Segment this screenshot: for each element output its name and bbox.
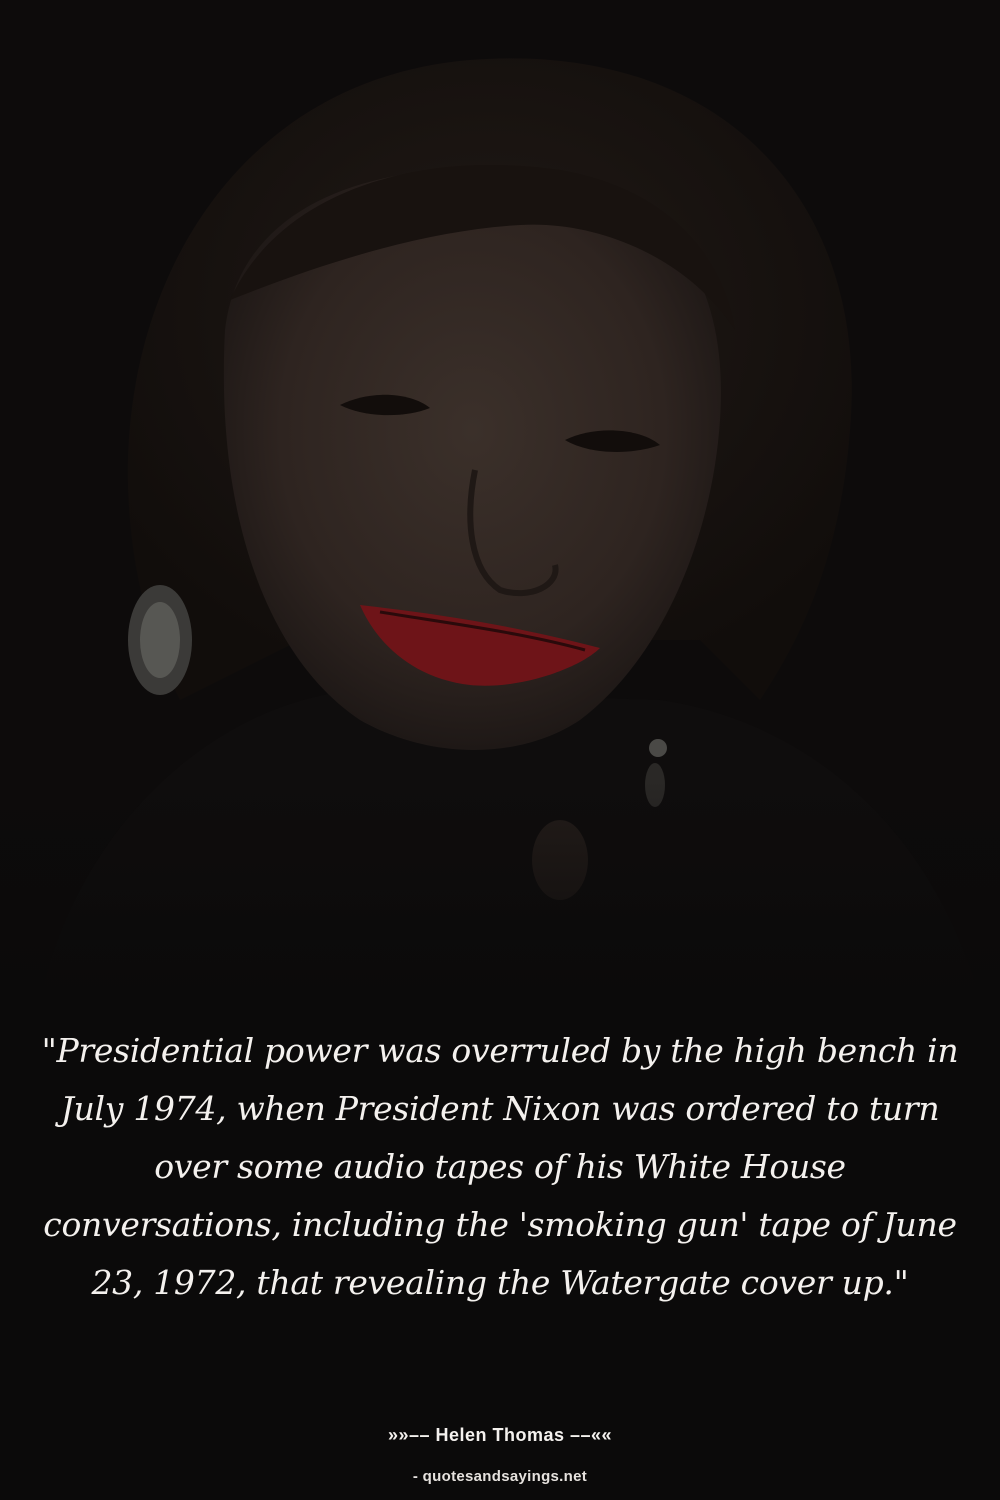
source-credit: - quotesandsayings.net [412,1468,588,1485]
portrait-photo [0,0,1000,1000]
author-attribution: »»–– Helen Thomas ––«« [387,1425,613,1445]
quote-text: "Presidential power was overruled by the… [41,1031,959,1302]
quote-card: "Presidential power was overruled by the… [0,0,1000,1500]
